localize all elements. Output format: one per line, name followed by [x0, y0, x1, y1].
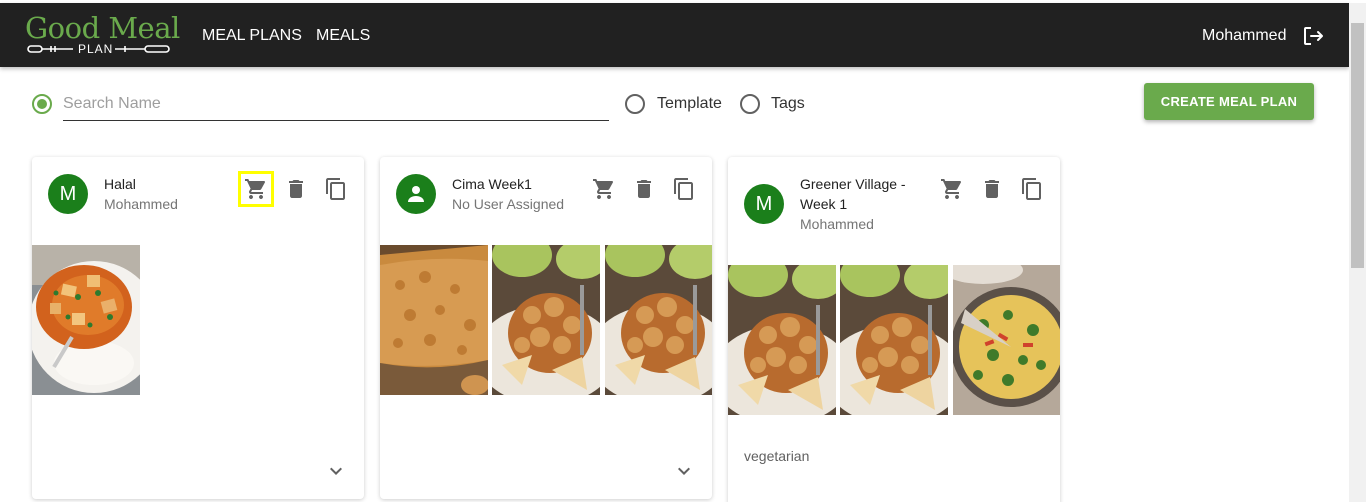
card-subtitle: Mohammed: [104, 196, 178, 212]
tag-label: vegetarian: [744, 448, 810, 464]
page-scrollbar[interactable]: [1349, 3, 1366, 502]
meal-plan-card-halal[interactable]: M Halal Mohammed: [32, 157, 364, 499]
shopping-cart-icon[interactable]: [940, 177, 964, 201]
radio-tags-label[interactable]: Tags: [771, 94, 805, 114]
radio-tags[interactable]: [740, 94, 760, 114]
logo-subtitle-row: PLAN: [25, 42, 175, 56]
meal-image-apple-crumble[interactable]: [840, 265, 948, 415]
shopping-cart-icon[interactable]: [592, 177, 616, 201]
delete-icon[interactable]: [632, 177, 656, 201]
copy-icon[interactable]: [324, 177, 348, 201]
logout-icon[interactable]: [1301, 24, 1325, 48]
radio-template[interactable]: [625, 94, 645, 114]
delete-icon[interactable]: [284, 177, 308, 201]
delete-icon[interactable]: [980, 177, 1004, 201]
nav-meals[interactable]: MEALS: [316, 26, 370, 46]
radio-template-label[interactable]: Template: [657, 94, 722, 114]
shopping-cart-icon[interactable]: [238, 171, 274, 207]
nav-meal-plans[interactable]: MEAL PLANS: [202, 26, 302, 46]
search-field: [63, 90, 609, 121]
logo-title: Good Meal: [25, 11, 180, 45]
meal-plans-page: Good Meal PLAN MEAL PLANS MEALS Mohammed…: [0, 0, 1366, 502]
avatar: M: [744, 184, 784, 224]
user-name[interactable]: Mohammed: [1202, 26, 1286, 46]
copy-icon[interactable]: [1020, 177, 1044, 201]
avatar: [396, 174, 436, 214]
meal-image-apple-crumble[interactable]: [492, 245, 600, 395]
create-meal-plan-button[interactable]: CREATE MEAL PLAN: [1144, 83, 1314, 120]
meal-plan-card-greener-village[interactable]: M Greener Village - Week 1 Mohammed vege…: [728, 157, 1060, 502]
good-meal-plan-logo[interactable]: Good Meal PLAN: [25, 11, 180, 61]
meal-image-curry[interactable]: [32, 245, 140, 395]
card-subtitle: No User Assigned: [452, 196, 565, 212]
card-title: Greener Village - Week 1: [800, 176, 906, 212]
card-title: Cima Week1: [452, 176, 532, 192]
meal-image-apple-crumble[interactable]: [605, 245, 712, 395]
meal-plan-card-cima-week1[interactable]: Cima Week1 No User Assigned: [380, 157, 712, 499]
avatar: M: [48, 174, 88, 214]
chevron-down-icon[interactable]: [672, 459, 696, 483]
card-title: Halal: [104, 176, 136, 192]
logo-subtitle: PLAN: [78, 42, 114, 56]
top-app-bar: Good Meal PLAN MEAL PLANS MEALS Mohammed: [0, 3, 1349, 67]
meal-image-spinach-frittata[interactable]: [953, 265, 1060, 415]
card-subtitle: Mohammed: [800, 216, 874, 232]
copy-icon[interactable]: [672, 177, 696, 201]
meal-image-apple-crumble[interactable]: [728, 265, 836, 415]
person-icon: [408, 186, 424, 202]
scrollbar-thumb[interactable]: [1351, 23, 1364, 268]
search-input[interactable]: [63, 90, 609, 118]
chevron-down-icon[interactable]: [324, 459, 348, 483]
meal-image-oat-bake[interactable]: [380, 245, 488, 395]
radio-search-name[interactable]: [32, 94, 52, 114]
